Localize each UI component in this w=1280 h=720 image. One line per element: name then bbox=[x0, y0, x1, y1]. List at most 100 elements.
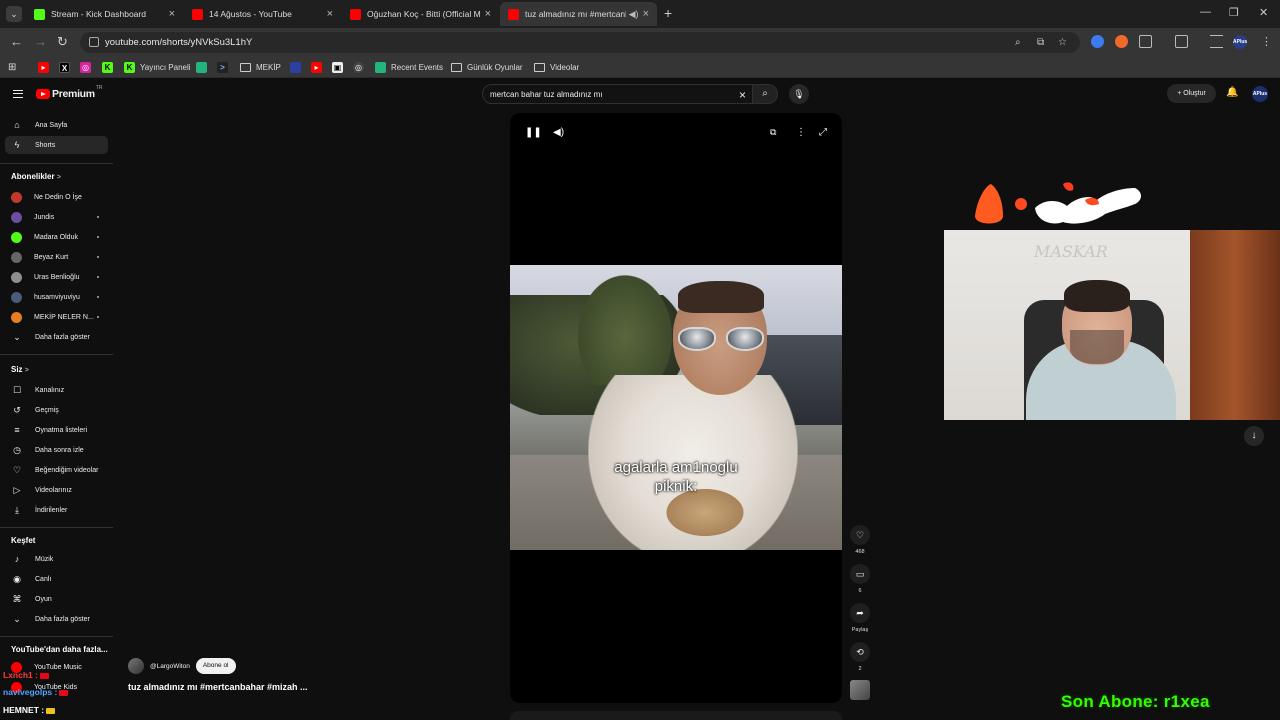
subscribe-button[interactable]: Abone ol bbox=[195, 658, 236, 674]
sidebar-item-shorts[interactable]: ϟ Shorts bbox=[5, 136, 108, 154]
bookmark-recent-events[interactable]: Recent Events bbox=[375, 60, 443, 74]
remix-button[interactable]: ⟲ bbox=[850, 642, 870, 662]
bookmark-icon[interactable]: > bbox=[217, 61, 228, 73]
like-button[interactable]: ♡ bbox=[850, 525, 870, 545]
zoom-icon[interactable]: ⌕ bbox=[1015, 37, 1021, 48]
channel-avatar[interactable] bbox=[128, 658, 144, 674]
reload-icon[interactable]: ↻ bbox=[57, 34, 68, 50]
show-more-button[interactable]: ⌄ Daha fazla göster bbox=[5, 328, 108, 346]
media-controls-icon[interactable] bbox=[1210, 35, 1223, 48]
sidebar-item-gaming[interactable]: ⌘ Oyun bbox=[5, 590, 108, 608]
bookmark-star-icon[interactable]: ☆ bbox=[1058, 37, 1067, 48]
short-title[interactable]: tuz almadınız mı #mertcanbahar #mizah ..… bbox=[128, 682, 308, 692]
sound-thumbnail[interactable] bbox=[850, 680, 870, 700]
back-icon[interactable]: ← bbox=[10, 34, 23, 50]
extensions-puzzle-icon[interactable] bbox=[1139, 35, 1152, 48]
close-icon[interactable]: × bbox=[643, 8, 649, 20]
more-menu-icon[interactable]: ⋮ bbox=[1261, 34, 1272, 50]
tab-search-icon[interactable]: ⌄ bbox=[6, 6, 22, 22]
bookmark-gunluk-oyunlar[interactable]: Günlük Oyunlar bbox=[451, 60, 523, 74]
site-info-icon[interactable] bbox=[89, 37, 99, 47]
bookmark-icon[interactable] bbox=[196, 61, 207, 73]
volume-icon[interactable]: ◀) bbox=[553, 127, 564, 138]
sidebar-item-your-videos[interactable]: ▷ Videolarınız bbox=[5, 481, 108, 499]
instagram-bookmark-icon[interactable]: ◎ bbox=[80, 61, 91, 73]
youtube-bookmark-icon[interactable]: ▸ bbox=[311, 61, 322, 73]
close-icon[interactable]: × bbox=[327, 8, 333, 20]
clear-search-icon[interactable]: × bbox=[739, 88, 746, 102]
sidebar-item-history[interactable]: ↺ Geçmiş bbox=[5, 401, 108, 419]
sidebar-item-your-channel[interactable]: ☐ Kanalınız bbox=[5, 381, 108, 399]
show-more-button[interactable]: ⌄ Daha fazla göster bbox=[5, 610, 108, 628]
bookmark-icon[interactable] bbox=[290, 61, 301, 73]
pause-icon[interactable]: ❚❚ bbox=[525, 127, 542, 138]
sidebar-item-live[interactable]: ◉ Canlı bbox=[5, 570, 108, 588]
shorts-player[interactable]: ❚❚ ◀) ⧉ ⋮ ⤢ agalarla am1noglu piknik: bbox=[510, 113, 842, 703]
sidebar-item-music[interactable]: ♪ Müzik bbox=[5, 550, 108, 568]
fullscreen-icon[interactable]: ⤢ bbox=[819, 127, 827, 138]
tab-shorts-active[interactable]: tuz almadınız mı #mertcanb ◀) × bbox=[500, 2, 657, 26]
you-heading[interactable]: Siz > bbox=[11, 365, 29, 374]
speaker-icon[interactable]: ◀) bbox=[629, 9, 639, 20]
x-bookmark-icon[interactable]: X bbox=[59, 61, 70, 73]
account-avatar[interactable]: APlus bbox=[1252, 86, 1268, 102]
sidebar-sub-item[interactable]: Jundis bbox=[5, 208, 108, 226]
minimize-icon[interactable]: — bbox=[1200, 6, 1211, 18]
sidebar-item-watch-later[interactable]: ◷ Daha sonra izle bbox=[5, 441, 108, 459]
bookmark-icon[interactable]: ▣ bbox=[332, 61, 343, 73]
extension-icon[interactable] bbox=[1115, 35, 1128, 48]
tab-youtube-14-agustos[interactable]: 14 Ağustos - YouTube × bbox=[184, 2, 341, 26]
sidebar-sub-item[interactable]: Madara Olduk bbox=[5, 228, 108, 246]
subscriptions-heading[interactable]: Abonelikler > bbox=[11, 172, 61, 181]
channel-handle[interactable]: @LargoWiton bbox=[150, 663, 190, 670]
sidebar-item-playlists[interactable]: ≡ Oynatma listeleri bbox=[5, 421, 108, 439]
menu-icon[interactable] bbox=[13, 90, 23, 98]
profile-avatar[interactable]: APlus bbox=[1233, 35, 1247, 49]
address-bar[interactable]: youtube.com/shorts/yNVkSu3L1hY ⌕ ⧉ ☆ bbox=[80, 32, 1080, 53]
next-short-button[interactable]: ↓ bbox=[1244, 426, 1264, 446]
sidebar-item-home[interactable]: ⌂ Ana Sayfa bbox=[5, 116, 108, 134]
video-frame[interactable]: agalarla am1noglu piknik: bbox=[510, 265, 842, 550]
share-button[interactable]: ➦ bbox=[850, 603, 870, 623]
window-close-icon[interactable]: ✕ bbox=[1259, 6, 1268, 19]
search-button[interactable]: ⌕ bbox=[753, 84, 778, 104]
search-input[interactable]: mertcan bahar tuz almadınız mı × bbox=[482, 84, 753, 104]
notifications-bell-icon[interactable]: 🔔 bbox=[1226, 87, 1238, 98]
chat-message: HEMNET : bbox=[3, 705, 56, 715]
create-button[interactable]: + Oluştur bbox=[1167, 84, 1216, 103]
arrow-down-icon: ↓ bbox=[1251, 430, 1257, 441]
comments-button[interactable]: ▭ bbox=[850, 564, 870, 584]
channel-avatar bbox=[11, 191, 22, 203]
tab-kick-dashboard[interactable]: Stream - Kick Dashboard × bbox=[26, 2, 183, 26]
apps-grid-icon[interactable]: ⊞ bbox=[8, 60, 16, 74]
sidebar-sub-item[interactable]: Beyaz Kurt bbox=[5, 248, 108, 266]
captions-icon[interactable]: ⧉ bbox=[770, 127, 776, 138]
bookmark-icon[interactable]: ◎ bbox=[353, 61, 364, 73]
new-tab-icon[interactable]: + bbox=[664, 5, 678, 21]
cast-icon[interactable]: ⧉ bbox=[1037, 37, 1044, 48]
youtube-logo[interactable]: Premium TR bbox=[36, 85, 103, 100]
sunglasses bbox=[678, 327, 766, 353]
sidebar-sub-item[interactable]: husamviyuviyu bbox=[5, 288, 108, 306]
forward-icon[interactable]: → bbox=[34, 34, 47, 50]
sidebar-item-downloads[interactable]: ⤓ İndirilenler bbox=[5, 501, 108, 519]
bookmark-mekip[interactable]: MEKİP bbox=[240, 60, 281, 74]
voice-search-button[interactable]: 🎙 bbox=[789, 84, 809, 104]
close-icon[interactable]: × bbox=[169, 8, 175, 20]
bookmark-yayinci-paneli[interactable]: K Yayıncı Paneli bbox=[124, 60, 191, 74]
extension-icon[interactable] bbox=[1091, 35, 1104, 48]
tab-oguzhan-koc[interactable]: Oğuzhan Koç - Bitti (Official M × bbox=[342, 2, 499, 26]
sidebar-item-liked-videos[interactable]: ♡ Beğendiğim videolar bbox=[5, 461, 108, 479]
side-panel-icon[interactable] bbox=[1175, 35, 1188, 48]
bookmark-videolar[interactable]: Videolar bbox=[534, 60, 579, 74]
new-content-dot bbox=[97, 216, 99, 218]
youtube-bookmark-icon[interactable]: ▸ bbox=[38, 61, 49, 73]
sidebar-item-label: Beğendiğim videolar bbox=[35, 466, 99, 474]
more-options-icon[interactable]: ⋮ bbox=[796, 127, 806, 138]
restore-icon[interactable]: ❐ bbox=[1229, 6, 1239, 19]
close-icon[interactable]: × bbox=[485, 8, 491, 20]
sidebar-sub-item[interactable]: Uras Benlioğlu bbox=[5, 268, 108, 286]
sidebar-sub-item[interactable]: MEKİP NELER N... bbox=[5, 308, 108, 326]
sidebar-sub-item[interactable]: Ne Dedin O İşe bbox=[5, 188, 108, 206]
kick-bookmark-icon[interactable]: K bbox=[102, 61, 113, 73]
